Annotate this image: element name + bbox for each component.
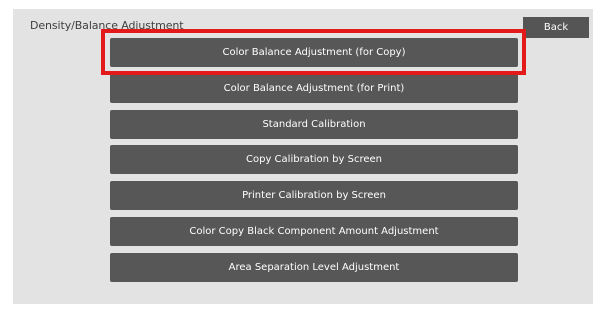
standard-calibration-button[interactable]: Standard Calibration <box>110 110 518 139</box>
printer-calibration-button[interactable]: Printer Calibration by Screen <box>110 181 518 210</box>
black-component-adjustment-button[interactable]: Color Copy Black Component Amount Adjust… <box>110 217 518 246</box>
color-balance-copy-button[interactable]: Color Balance Adjustment (for Copy) <box>110 38 518 67</box>
color-balance-print-button[interactable]: Color Balance Adjustment (for Print) <box>110 74 518 103</box>
copy-calibration-button[interactable]: Copy Calibration by Screen <box>110 145 518 174</box>
area-separation-button[interactable]: Area Separation Level Adjustment <box>110 253 518 282</box>
page-title: Density/Balance Adjustment <box>30 19 184 32</box>
back-button[interactable]: Back <box>523 17 589 38</box>
